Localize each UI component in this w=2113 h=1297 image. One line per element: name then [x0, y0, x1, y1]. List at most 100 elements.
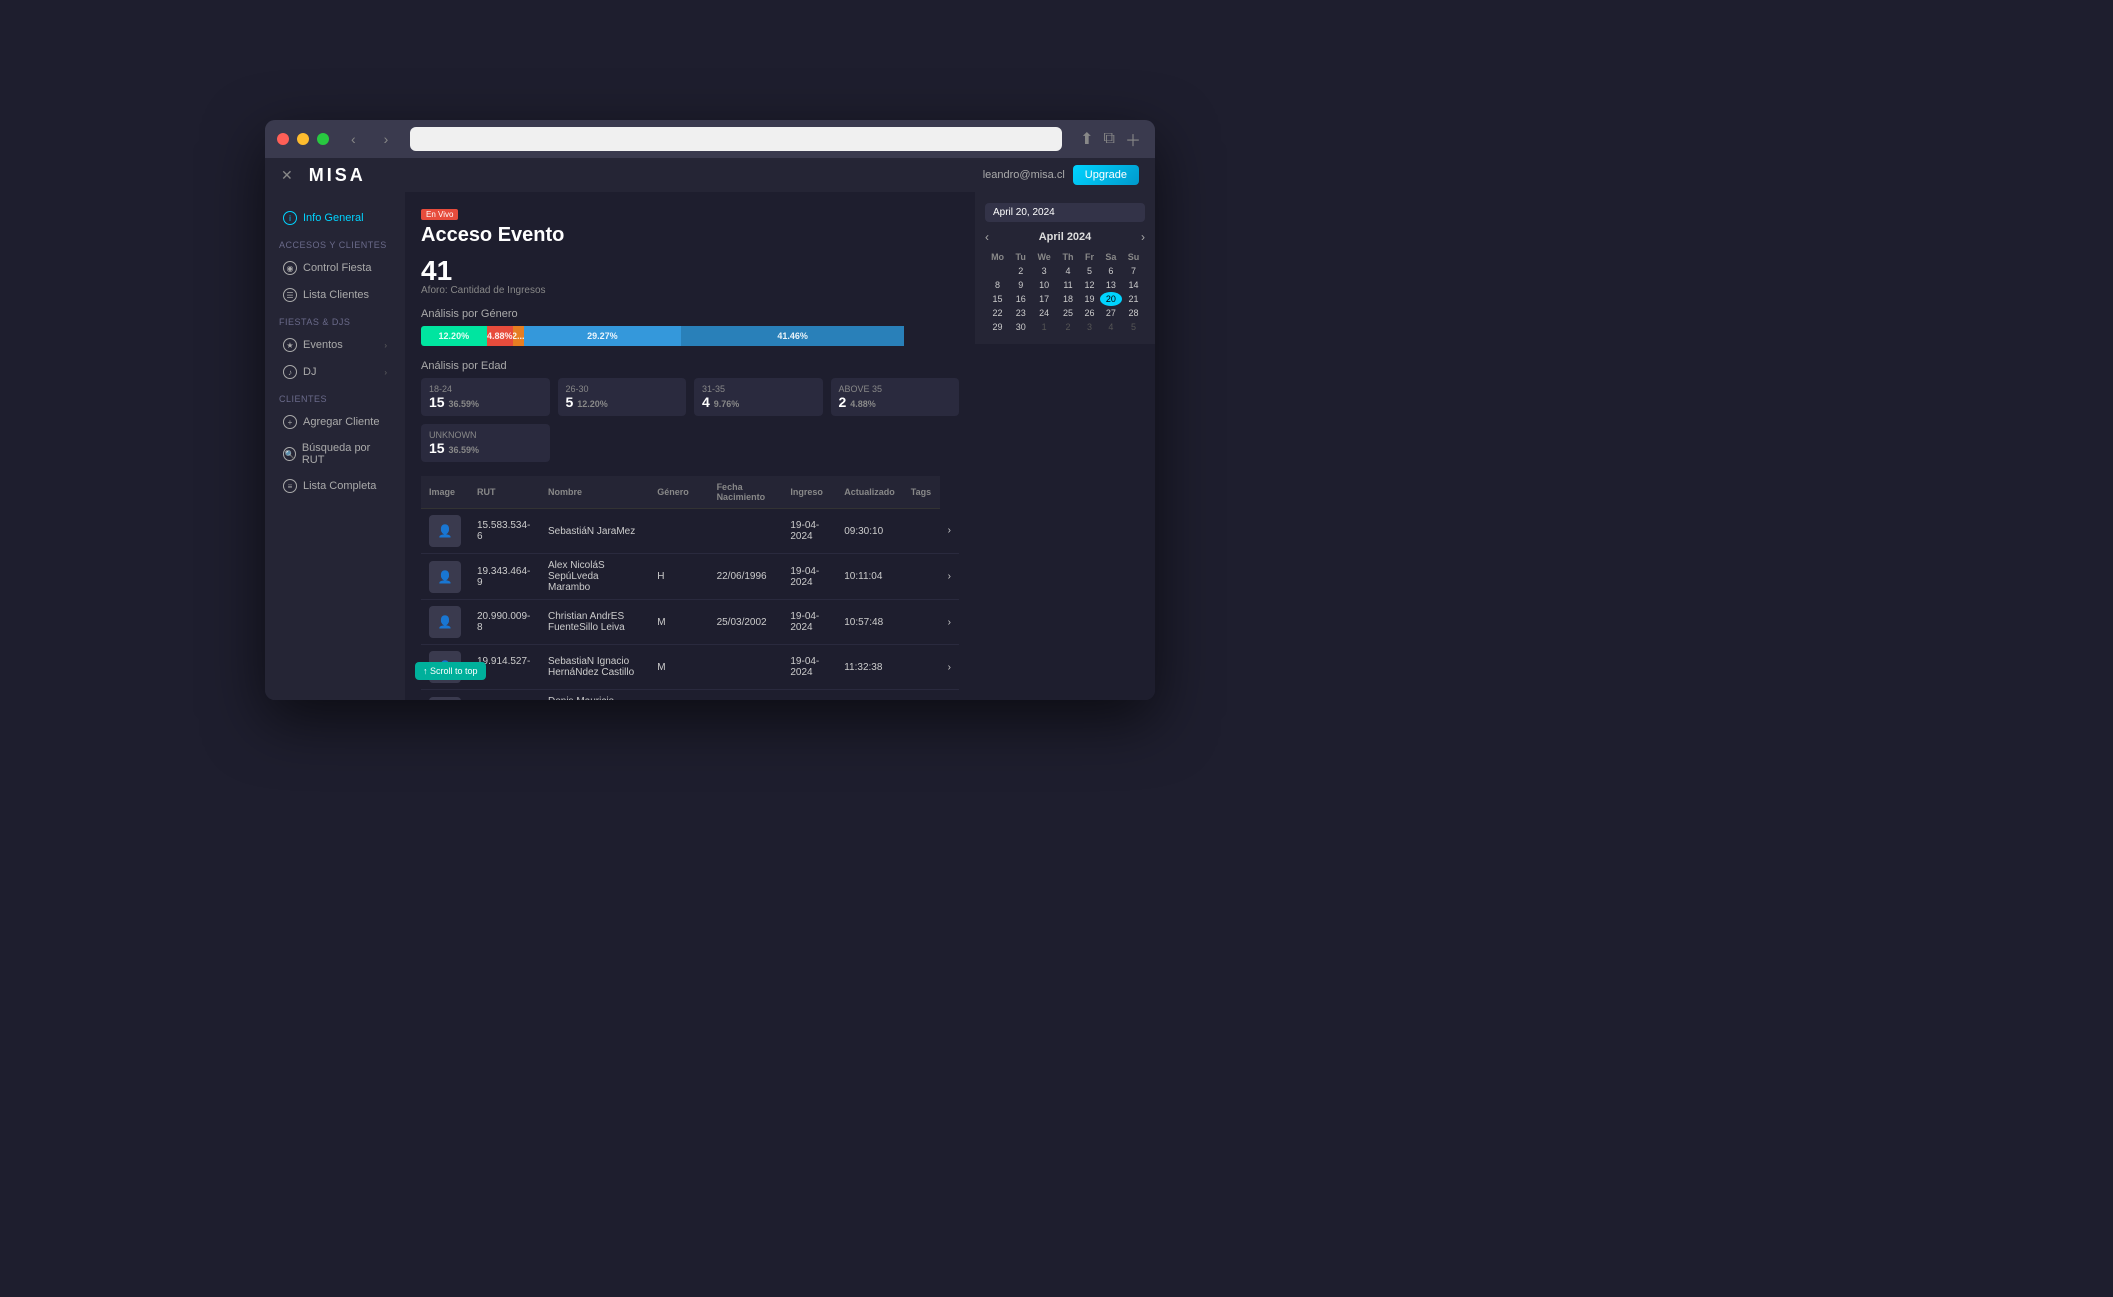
table-cell-actualizado: 10:11:04 — [836, 554, 903, 600]
cal-next-button[interactable]: › — [1141, 230, 1145, 244]
close-traffic-light[interactable] — [277, 133, 289, 145]
calendar-day[interactable]: 10 — [1031, 278, 1057, 292]
sidebar-item-dj[interactable]: ♪ DJ › — [269, 359, 401, 385]
calendar-day[interactable]: 19 — [1079, 292, 1100, 306]
calendar-day[interactable] — [985, 264, 1010, 278]
gender-bar-segment: 2... — [513, 326, 524, 346]
calendar-day[interactable]: 11 — [1057, 278, 1079, 292]
table-cell-tags — [903, 645, 940, 690]
page-title: Acceso Evento — [421, 224, 959, 247]
calendar-day[interactable]: 5 — [1122, 320, 1145, 334]
row-arrow-icon[interactable]: › — [940, 690, 959, 701]
table-row[interactable]: 👤20.990.009-8Christian AndrES FuenteSill… — [421, 600, 959, 645]
sidebar-item-eventos[interactable]: ★ Eventos › — [269, 332, 401, 358]
cal-prev-button[interactable]: ‹ — [985, 230, 989, 244]
table-header: Ingreso — [782, 476, 836, 509]
main-content: April 20, 2024 ‹ April 2024 › MoTuWeThFr… — [405, 192, 1155, 700]
calendar-day[interactable]: 14 — [1122, 278, 1145, 292]
user-email: leandro@misa.cl — [983, 169, 1065, 181]
url-bar[interactable] — [410, 127, 1062, 151]
scroll-top-button[interactable]: ↑ Scroll to top — [415, 662, 486, 680]
table-cell-ingreso: 19-04-2024 — [782, 645, 836, 690]
calendar-day[interactable]: 1 — [1031, 320, 1057, 334]
row-arrow-icon[interactable]: › — [940, 554, 959, 600]
close-button[interactable]: ✕ — [281, 167, 293, 184]
calendar-day[interactable]: 23 — [1010, 306, 1031, 320]
share-icon[interactable]: ⬆ — [1078, 127, 1095, 151]
table-cell-ingreso: 19-04-2024 — [782, 554, 836, 600]
minimize-traffic-light[interactable] — [297, 133, 309, 145]
calendar-day[interactable]: 3 — [1031, 264, 1057, 278]
calendar-day[interactable]: 5 — [1079, 264, 1100, 278]
table-header: Fecha Nacimiento — [709, 476, 783, 509]
copy-icon[interactable]: ⧉ — [1102, 128, 1117, 150]
sidebar-item-info-general[interactable]: i Info General — [269, 205, 401, 231]
calendar-day[interactable]: 9 — [1010, 278, 1031, 292]
table-cell-rut: 25.710.606-3 — [469, 690, 540, 701]
table-row[interactable]: 👤19.343.464-9Alex NicoláS SepúLveda Mara… — [421, 554, 959, 600]
calendar-day[interactable]: 18 — [1057, 292, 1079, 306]
row-arrow-icon[interactable]: › — [940, 645, 959, 690]
sidebar-section-fiestas: Fiestas & DJs — [265, 309, 405, 331]
maximize-traffic-light[interactable] — [317, 133, 329, 145]
calendar-day[interactable]: 20 — [1100, 292, 1122, 306]
age-section-title: Análisis por Edad — [421, 360, 959, 372]
eventos-icon: ★ — [283, 338, 297, 352]
table-cell-genero: M — [649, 600, 708, 645]
calendar-day[interactable]: 13 — [1100, 278, 1122, 292]
calendar-day[interactable]: 25 — [1057, 306, 1079, 320]
sidebar-item-lista-completa[interactable]: ≡ Lista Completa — [269, 473, 401, 499]
sidebar-item-control-fiesta[interactable]: ◉ Control Fiesta — [269, 255, 401, 281]
table-row[interactable]: 👤25.710.606-3Denis Mauricio Extranjero Q… — [421, 690, 959, 701]
age-cell: 31-35 4 9.76% — [694, 378, 823, 416]
app-topbar: ✕ MISA leandro@misa.cl Upgrade — [265, 158, 1155, 192]
age-count: 4 9.76% — [702, 394, 815, 410]
calendar-day[interactable]: 3 — [1079, 320, 1100, 334]
age-cell: UNKNOWN 15 36.59% — [421, 424, 550, 462]
calendar-day[interactable]: 7 — [1122, 264, 1145, 278]
calendar-day[interactable]: 8 — [985, 278, 1010, 292]
row-arrow-icon[interactable]: › — [940, 600, 959, 645]
row-arrow-icon[interactable]: › — [940, 509, 959, 554]
calendar-day[interactable]: 30 — [1010, 320, 1031, 334]
calendar-day[interactable]: 4 — [1057, 264, 1079, 278]
gender-bar-segment: 41.46% — [681, 326, 904, 346]
calendar-day[interactable]: 21 — [1122, 292, 1145, 306]
add-tab-icon[interactable]: ＋ — [1123, 125, 1143, 153]
calendar-day[interactable]: 26 — [1079, 306, 1100, 320]
calendar-day[interactable]: 16 — [1010, 292, 1031, 306]
sidebar-item-busqueda-rut[interactable]: 🔍 Búsqueda por RUT — [269, 436, 401, 472]
calendar-day[interactable]: 2 — [1057, 320, 1079, 334]
age-pct: 9.76% — [714, 399, 740, 409]
table-cell-rut: 15.583.534-6 — [469, 509, 540, 554]
calendar-day[interactable]: 24 — [1031, 306, 1057, 320]
calendar-day[interactable]: 12 — [1079, 278, 1100, 292]
sidebar-item-agregar-cliente[interactable]: + Agregar Cliente — [269, 409, 401, 435]
table-row[interactable]: 👤19.914.527-5SebastiaN Ignacio HernáNdez… — [421, 645, 959, 690]
table-header: Nombre — [540, 476, 649, 509]
calendar-day[interactable]: 6 — [1100, 264, 1122, 278]
calendar-day[interactable]: 29 — [985, 320, 1010, 334]
calendar-date-button[interactable]: April 20, 2024 — [985, 203, 1145, 222]
calendar-day[interactable]: 15 — [985, 292, 1010, 306]
calendar-month-label: April 2024 — [1039, 231, 1092, 243]
upgrade-button[interactable]: Upgrade — [1073, 165, 1139, 185]
sidebar-item-lista-clientes[interactable]: ☰ Lista Clientes — [269, 282, 401, 308]
calendar-day[interactable]: 2 — [1010, 264, 1031, 278]
age-range: 18-24 — [429, 384, 542, 394]
calendar-day[interactable]: 27 — [1100, 306, 1122, 320]
calendar-day[interactable]: 28 — [1122, 306, 1145, 320]
calendar-day[interactable]: 17 — [1031, 292, 1057, 306]
table-cell-avatar: 👤 — [421, 600, 469, 645]
age-pct: 36.59% — [448, 399, 479, 409]
stats-row: 41 Aforo: Cantidad de Ingresos — [421, 257, 959, 296]
table-row[interactable]: 👤15.583.534-6SebastiáN JaraMez19-04-2024… — [421, 509, 959, 554]
age-count: 15 36.59% — [429, 440, 542, 456]
calendar-day[interactable]: 4 — [1100, 320, 1122, 334]
back-button[interactable]: ‹ — [345, 129, 362, 149]
table-cell-genero — [649, 509, 708, 554]
table-header: Actualizado — [836, 476, 903, 509]
table-header: Image — [421, 476, 469, 509]
calendar-day[interactable]: 22 — [985, 306, 1010, 320]
forward-button[interactable]: › — [378, 129, 395, 149]
